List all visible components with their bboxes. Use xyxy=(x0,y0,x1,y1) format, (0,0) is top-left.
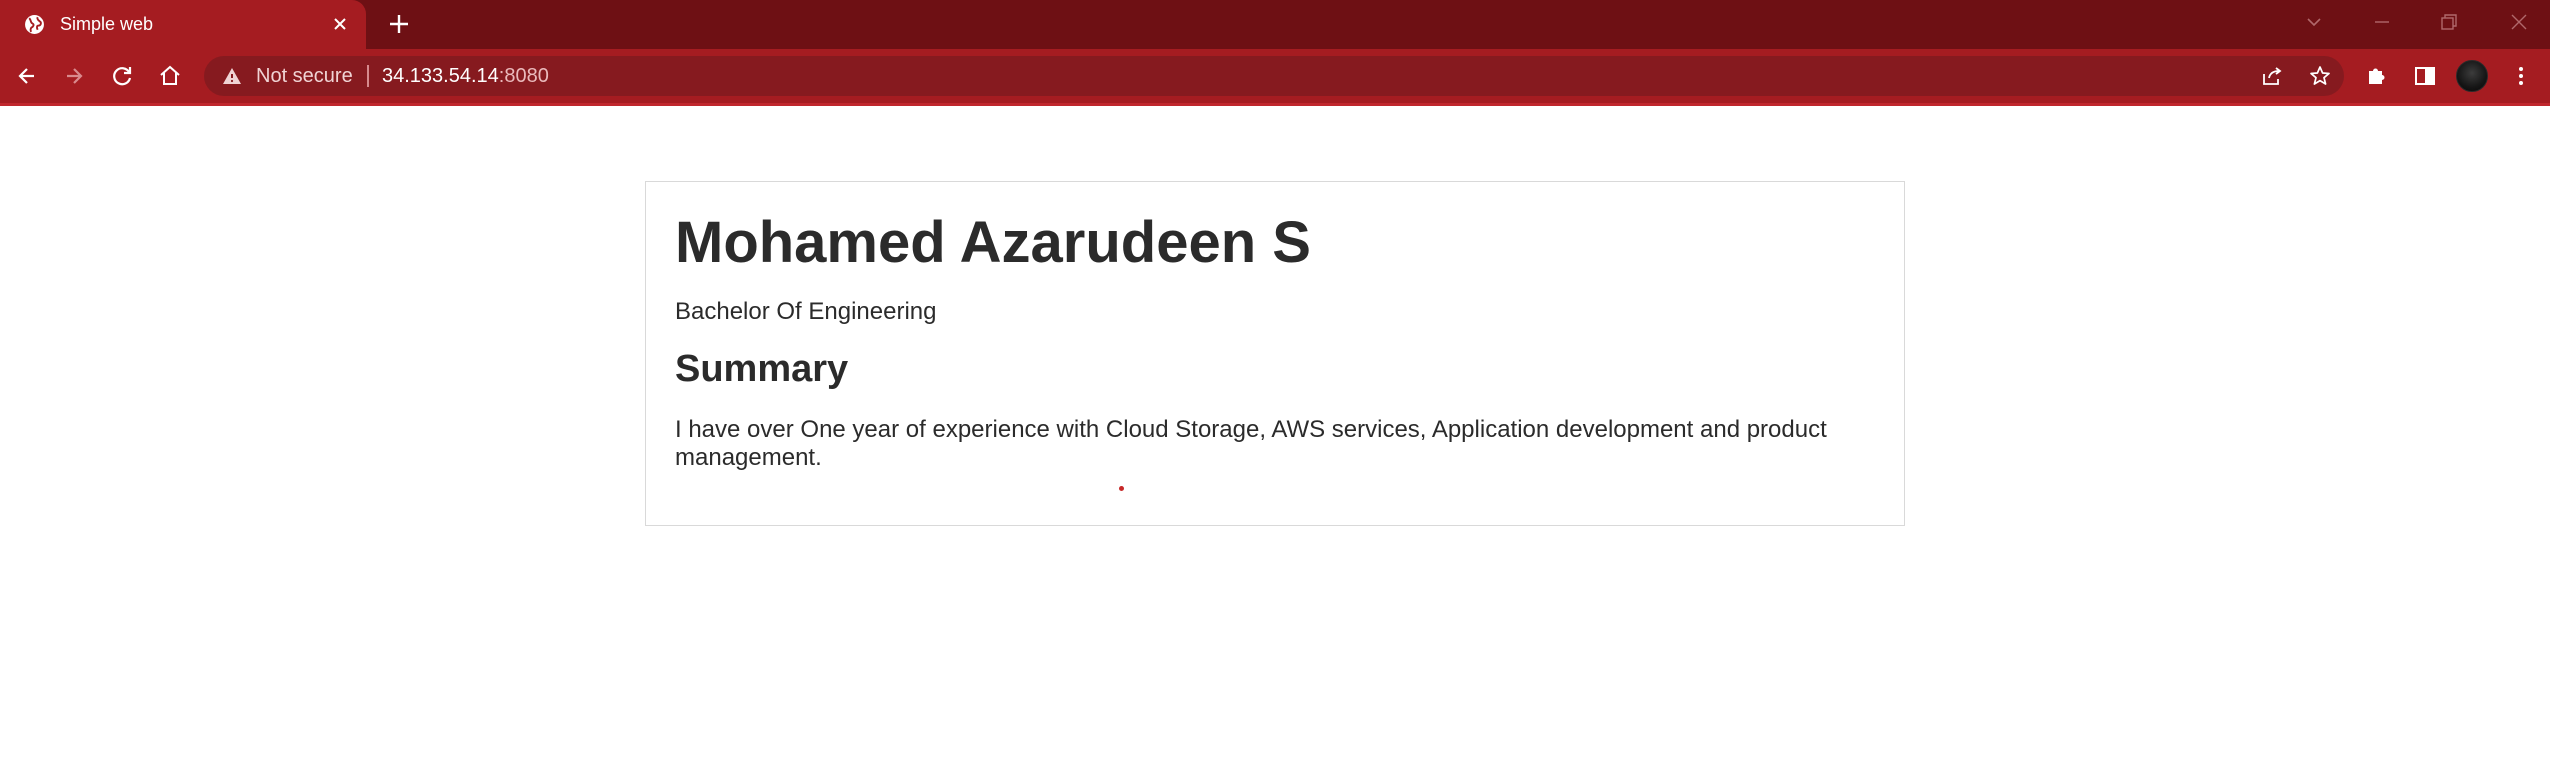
back-icon[interactable] xyxy=(12,61,42,91)
address-bar[interactable]: Not secure 34.133.54.14:8080 xyxy=(204,56,2344,96)
browser-toolbar: Not secure 34.133.54.14:8080 xyxy=(0,49,2550,103)
summary-text: I have over One year of experience with … xyxy=(675,416,1827,471)
degree-text: Bachelor Of Engineering xyxy=(675,298,937,325)
forward-icon[interactable] xyxy=(59,61,89,91)
resume-card: Mohamed Azarudeen S Bachelor Of Engineer… xyxy=(645,181,1905,526)
tab-search-icon[interactable] xyxy=(2302,10,2326,34)
browser-tab-active[interactable]: Simple web xyxy=(0,0,366,49)
home-icon[interactable] xyxy=(155,61,185,91)
address-separator xyxy=(367,65,369,87)
tab-strip: Simple web xyxy=(0,0,2550,49)
menu-icon[interactable] xyxy=(2506,61,2536,91)
reload-icon[interactable] xyxy=(107,61,137,91)
tab-title: Simple web xyxy=(60,14,154,34)
toolbar-divider xyxy=(0,103,2550,106)
minimize-icon[interactable] xyxy=(2370,10,2394,34)
summary-heading: Summary xyxy=(675,348,849,390)
close-window-icon[interactable] xyxy=(2507,10,2531,34)
restore-icon[interactable] xyxy=(2437,10,2461,34)
url-port: :8080 xyxy=(498,65,549,87)
page-title: Mohamed Azarudeen S xyxy=(675,210,1311,275)
security-status[interactable]: Not secure xyxy=(256,65,353,87)
globe-icon xyxy=(25,15,44,34)
extensions-icon[interactable] xyxy=(2362,61,2392,91)
new-tab-icon[interactable] xyxy=(386,11,412,37)
close-tab-icon[interactable] xyxy=(329,13,351,35)
side-panel-icon[interactable] xyxy=(2410,61,2440,91)
warning-icon[interactable] xyxy=(222,66,242,86)
url-host: 34.133.54.14 xyxy=(382,65,499,87)
profile-avatar[interactable] xyxy=(2456,60,2488,92)
mouse-cursor-indicator xyxy=(1119,486,1124,491)
url-text[interactable]: 34.133.54.14:8080 xyxy=(382,65,549,87)
bookmark-star-icon[interactable] xyxy=(2308,64,2332,88)
share-icon[interactable] xyxy=(2260,64,2284,88)
